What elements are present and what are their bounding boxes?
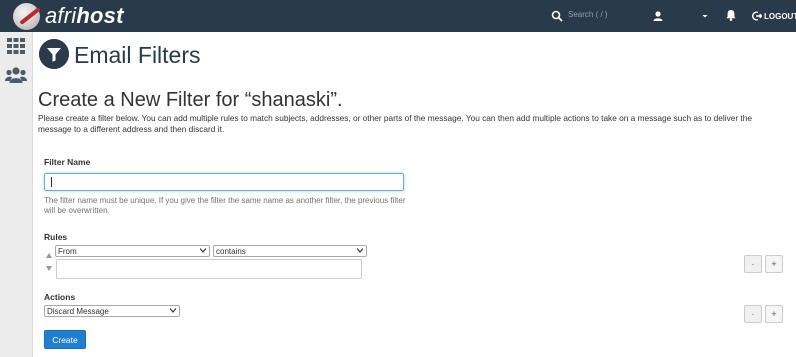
move-down-icon[interactable] (46, 266, 52, 271)
add-action-button[interactable]: + (765, 305, 783, 323)
left-sidebar (0, 32, 33, 357)
remove-action-button[interactable]: - (744, 305, 762, 323)
page-title: Email Filters (74, 42, 201, 68)
user-icon[interactable] (652, 10, 664, 22)
chevron-down-icon[interactable] (700, 11, 710, 21)
brand-name-light: afri (45, 3, 77, 28)
logout-button[interactable]: LOGOUT (752, 8, 796, 24)
search-input[interactable]: Search ( / ) (568, 10, 608, 19)
action-select[interactable]: Discard Message (44, 305, 180, 317)
brand-name-bold: host (76, 3, 124, 28)
section-heading: Create a New Filter for “shanaski”. (38, 89, 343, 111)
rule-field-select[interactable]: From (55, 245, 210, 257)
remove-rule-button[interactable]: - (744, 255, 762, 273)
top-navbar: afrihost Search ( / ) LOGOUT (0, 0, 796, 32)
users-icon[interactable] (5, 66, 27, 84)
brand-name: afrihost (45, 3, 124, 29)
bell-icon[interactable] (724, 8, 738, 22)
rules-label: Rules (44, 232, 68, 242)
filter-name-input[interactable] (44, 173, 404, 191)
search-icon[interactable] (551, 10, 563, 22)
filter-name-label: Filter Name (44, 157, 91, 167)
page-description: Please create a filter below. You can ad… (38, 113, 752, 134)
rule-value-input[interactable] (56, 259, 362, 279)
filter-name-help: The filter name must be unique. If you g… (44, 196, 406, 215)
add-rule-button[interactable]: + (765, 255, 783, 273)
logout-icon (752, 11, 762, 21)
create-button[interactable]: Create (44, 330, 86, 349)
move-up-icon[interactable] (46, 253, 52, 258)
rule-operator-select[interactable]: contains (213, 245, 367, 257)
logout-label: LOGOUT (764, 11, 796, 21)
actions-label: Actions (44, 292, 76, 302)
text-cursor (51, 177, 52, 187)
brand-logo[interactable]: afrihost (13, 2, 133, 30)
filter-icon (39, 39, 69, 69)
apps-grid-icon[interactable] (7, 38, 25, 54)
